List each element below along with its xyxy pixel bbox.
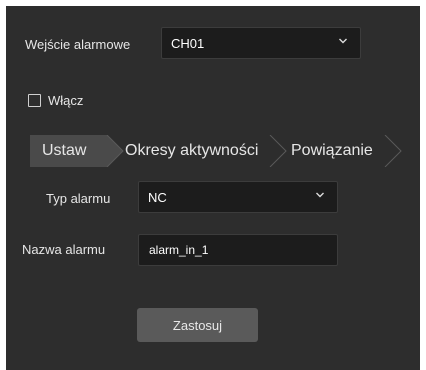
step-tab-schedule[interactable]: Okresy aktywności [125, 135, 258, 167]
alarm-type-select[interactable]: NC [138, 181, 338, 213]
alarm-type-value: NC [148, 189, 167, 205]
alarm-name-input[interactable]: alarm_in_1 [138, 234, 338, 266]
apply-button[interactable]: Zastosuj [137, 308, 258, 342]
alarm-input-value: CH01 [171, 35, 205, 51]
step-tabs: Ustaw Okresy aktywności Powiązanie [30, 135, 402, 167]
step-tab-linkage[interactable]: Powiązanie [291, 135, 373, 167]
alarm-input-label: Wejście alarmowe [25, 37, 131, 52]
chevron-down-icon [339, 38, 347, 44]
chevron-down-icon [316, 192, 324, 198]
alarm-input-select[interactable]: CH01 [161, 27, 361, 59]
alarm-name-value: alarm_in_1 [149, 243, 209, 257]
alarm-name-label: Nazwa alarmu [22, 242, 106, 257]
enable-checkbox[interactable] [28, 94, 41, 107]
alarm-type-label: Typ alarmu [46, 191, 111, 206]
enable-label: Włącz [48, 93, 84, 108]
step-tab-settings[interactable]: Ustaw [42, 135, 86, 167]
